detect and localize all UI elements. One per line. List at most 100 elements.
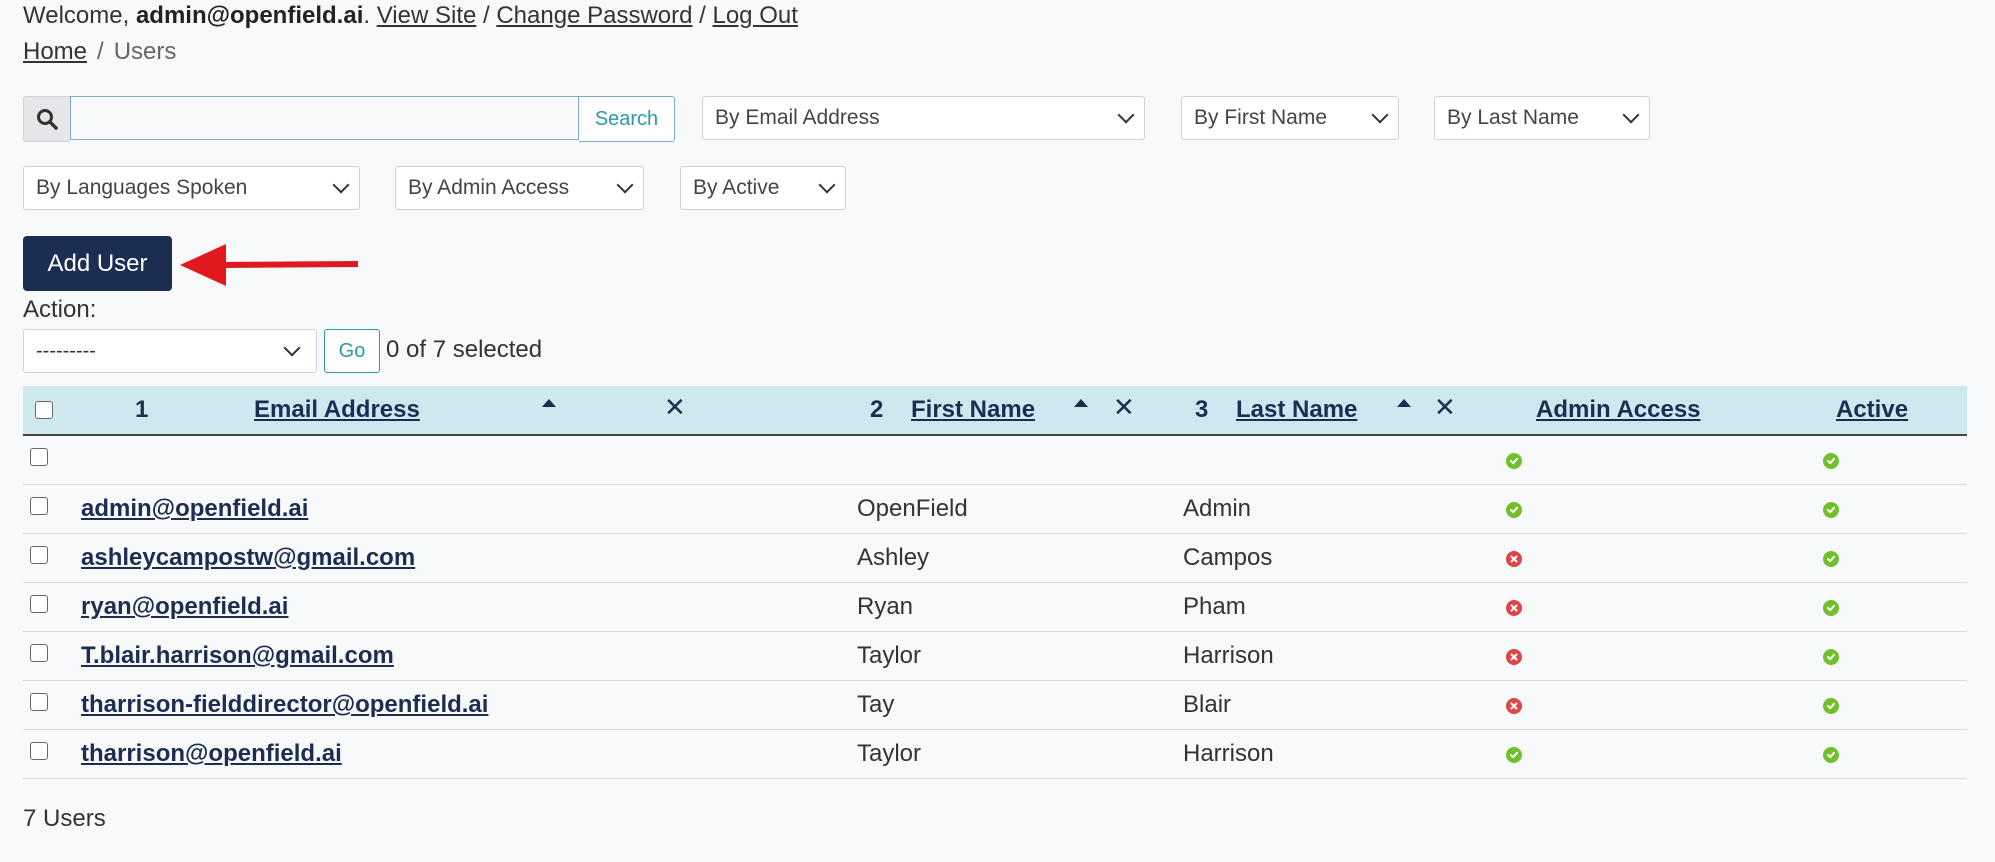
username: admin@openfield.ai bbox=[135, 2, 364, 29]
row-checkbox[interactable] bbox=[30, 497, 48, 515]
table-row: ashleycampostw@gmail.com Ashley Campos bbox=[23, 534, 1967, 583]
search-bar: Search bbox=[23, 96, 675, 142]
row-checkbox[interactable] bbox=[30, 693, 48, 711]
action-select[interactable]: --------- bbox=[23, 329, 317, 373]
sort-ascending-icon[interactable] bbox=[1397, 399, 1411, 407]
column-header-email[interactable]: Email Address bbox=[254, 396, 420, 424]
check-circle-icon bbox=[1506, 502, 1522, 518]
row-checkbox[interactable] bbox=[30, 595, 48, 613]
user-email-link[interactable]: ashleycampostw@gmail.com bbox=[81, 544, 415, 572]
user-tools: Welcome, admin@openfield.ai. View Site /… bbox=[23, 2, 798, 29]
user-last-name: Admin bbox=[1183, 495, 1252, 522]
filter-email-label: By Email Address bbox=[715, 106, 880, 129]
action-label: Action: bbox=[23, 296, 97, 323]
chevron-down-icon bbox=[616, 176, 634, 194]
chevron-down-icon bbox=[1371, 106, 1389, 124]
filter-first-name-label: By First Name bbox=[1194, 106, 1328, 129]
select-all-checkbox[interactable] bbox=[35, 401, 53, 419]
log-out-link[interactable]: Log Out bbox=[712, 2, 797, 29]
column-header-email-link[interactable]: Email Address bbox=[254, 396, 420, 423]
column-header-active-link[interactable]: Active bbox=[1836, 396, 1908, 423]
table-row: tharrison-fielddirector@openfield.ai Tay B… bbox=[23, 681, 1967, 730]
column-header-first-name-link[interactable]: First Name bbox=[911, 396, 1035, 423]
check-circle-icon bbox=[1823, 502, 1839, 518]
remove-sort-icon[interactable]: ✕ bbox=[1113, 392, 1135, 423]
filter-active-label: By Active bbox=[693, 176, 780, 199]
check-circle-icon bbox=[1823, 551, 1839, 567]
check-circle-icon bbox=[1823, 747, 1839, 763]
selection-counter: 0 of 7 selected bbox=[386, 336, 543, 363]
add-user-button[interactable]: Add User bbox=[23, 236, 172, 291]
view-site-link[interactable]: View Site bbox=[377, 2, 477, 29]
go-button[interactable]: Go bbox=[324, 329, 380, 373]
user-last-name: Harrison bbox=[1183, 642, 1274, 669]
red-arrow-annotation bbox=[180, 244, 359, 286]
user-first-name: Taylor bbox=[857, 642, 922, 669]
table-header: 1 Email Address ✕ 2 First Name ✕ 3 Last … bbox=[23, 386, 1967, 436]
column-header-admin-access-link[interactable]: Admin Access bbox=[1536, 396, 1701, 423]
chevron-down-icon bbox=[1622, 106, 1640, 124]
column-header-last-name[interactable]: Last Name bbox=[1236, 396, 1357, 424]
change-password-link[interactable]: Change Password bbox=[496, 2, 692, 29]
chevron-down-icon bbox=[332, 176, 350, 194]
check-circle-icon bbox=[1823, 600, 1839, 616]
user-last-name: Harrison bbox=[1183, 740, 1274, 767]
user-email-link[interactable]: admin@openfield.ai bbox=[81, 495, 308, 523]
remove-sort-icon[interactable]: ✕ bbox=[664, 392, 686, 423]
sort-priority-first-name: 2 bbox=[870, 396, 884, 423]
table-row: tharrison@openfield.ai Taylor Harrison bbox=[23, 730, 1967, 779]
search-icon bbox=[23, 96, 70, 142]
row-checkbox[interactable] bbox=[30, 644, 48, 662]
x-circle-icon bbox=[1506, 698, 1522, 714]
table-body: admin@openfield.ai OpenField Admin ashleyca… bbox=[23, 436, 1967, 779]
check-circle-icon bbox=[1506, 453, 1522, 469]
action-selected-value: --------- bbox=[36, 339, 96, 362]
search-input[interactable] bbox=[70, 96, 579, 140]
chevron-down-icon bbox=[818, 176, 836, 194]
table-row: T.blair.harrison@gmail.com Taylor Harrison bbox=[23, 632, 1967, 681]
breadcrumb: Home / Users bbox=[23, 38, 177, 65]
welcome-text: Welcome, bbox=[23, 2, 130, 29]
x-circle-icon bbox=[1506, 649, 1522, 665]
breadcrumb-current: Users bbox=[113, 38, 177, 65]
column-header-first-name[interactable]: First Name bbox=[911, 396, 1035, 424]
column-header-admin-access[interactable]: Admin Access bbox=[1536, 396, 1701, 424]
user-first-name: OpenField bbox=[857, 495, 968, 522]
row-checkbox[interactable] bbox=[30, 742, 48, 760]
result-count: 7 Users bbox=[23, 805, 106, 832]
column-header-last-name-link[interactable]: Last Name bbox=[1236, 396, 1357, 423]
user-email-link[interactable]: tharrison-fielddirector@openfield.ai bbox=[81, 691, 488, 719]
sort-priority-email: 1 bbox=[135, 396, 149, 423]
check-circle-icon bbox=[1823, 649, 1839, 665]
filter-languages-label: By Languages Spoken bbox=[36, 176, 248, 199]
x-circle-icon bbox=[1506, 551, 1522, 567]
user-first-name: Ashley bbox=[857, 544, 930, 571]
filter-last-name[interactable]: By Last Name bbox=[1434, 96, 1650, 140]
remove-sort-icon[interactable]: ✕ bbox=[1434, 392, 1456, 423]
row-checkbox[interactable] bbox=[30, 448, 48, 466]
breadcrumb-home[interactable]: Home bbox=[23, 38, 87, 65]
sort-priority-last-name: 3 bbox=[1195, 396, 1209, 423]
check-circle-icon bbox=[1823, 453, 1839, 469]
table-row bbox=[23, 436, 1967, 485]
filter-languages[interactable]: By Languages Spoken bbox=[23, 166, 360, 210]
filter-email[interactable]: By Email Address bbox=[702, 96, 1145, 140]
chevron-down-icon bbox=[283, 339, 301, 357]
sort-ascending-icon[interactable] bbox=[542, 399, 556, 407]
user-email-link[interactable]: T.blair.harrison@gmail.com bbox=[81, 642, 394, 670]
user-last-name: Campos bbox=[1183, 544, 1273, 571]
sort-ascending-icon[interactable] bbox=[1074, 399, 1088, 407]
user-email-link[interactable]: tharrison@openfield.ai bbox=[81, 740, 342, 768]
search-button[interactable]: Search bbox=[579, 96, 675, 142]
filter-first-name[interactable]: By First Name bbox=[1181, 96, 1399, 140]
filter-active[interactable]: By Active bbox=[680, 166, 846, 210]
column-header-active[interactable]: Active bbox=[1836, 396, 1908, 424]
filter-admin-access[interactable]: By Admin Access bbox=[395, 166, 644, 210]
user-last-name: Pham bbox=[1183, 593, 1246, 620]
table-row: admin@openfield.ai OpenField Admin bbox=[23, 485, 1967, 534]
row-checkbox[interactable] bbox=[30, 546, 48, 564]
user-email-link[interactable]: ryan@openfield.ai bbox=[81, 593, 288, 621]
user-last-name: Blair bbox=[1183, 691, 1232, 718]
chevron-down-icon bbox=[1117, 106, 1135, 124]
table-row: ryan@openfield.ai Ryan Pham bbox=[23, 583, 1967, 632]
